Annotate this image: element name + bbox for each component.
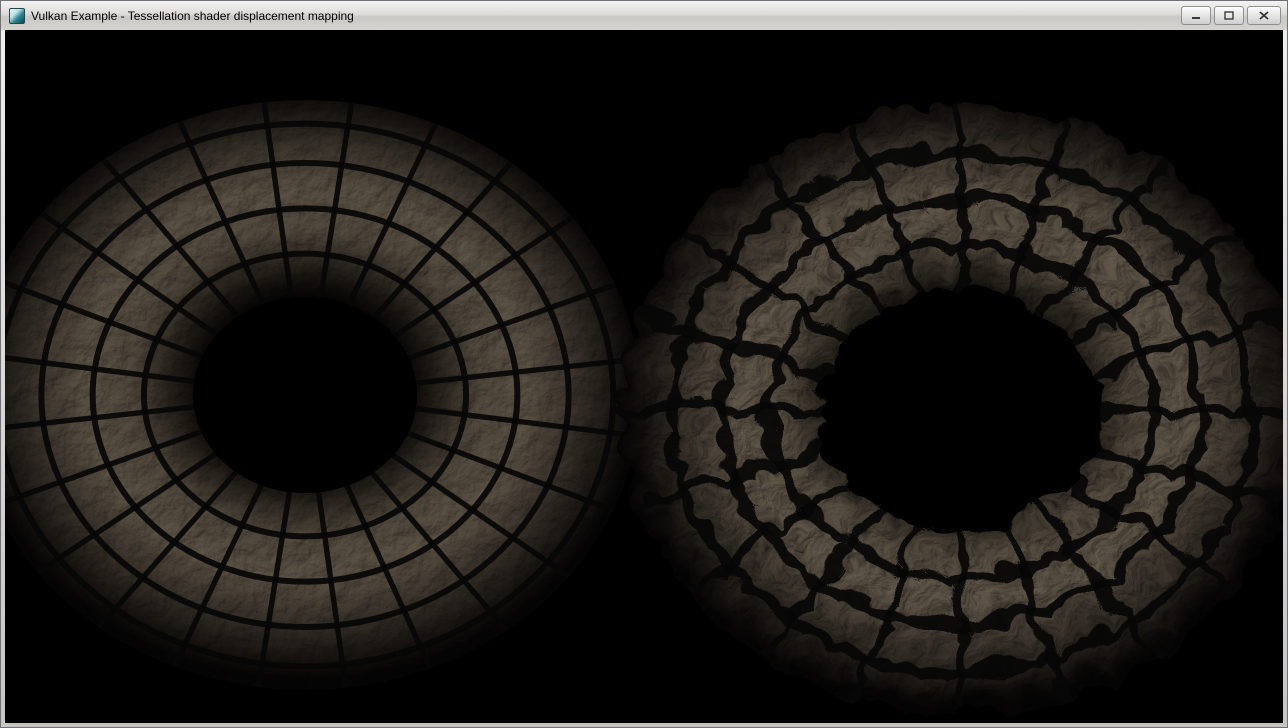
torus-no-displacement: [5, 96, 644, 693]
minimize-icon: [1191, 11, 1201, 20]
maximize-button[interactable]: [1214, 6, 1244, 25]
app-window: Vulkan Example - Tessellation shader dis…: [0, 0, 1288, 728]
window-controls: [1181, 6, 1281, 25]
render-viewport[interactable]: [5, 30, 1283, 723]
3d-scene: [5, 30, 1283, 723]
maximize-icon: [1224, 11, 1234, 20]
app-icon: [9, 8, 25, 24]
close-icon: [1259, 11, 1269, 20]
torus-displacement-mapped: [608, 94, 1283, 716]
minimize-button[interactable]: [1181, 6, 1211, 25]
titlebar[interactable]: Vulkan Example - Tessellation shader dis…: [1, 1, 1287, 30]
window-title: Vulkan Example - Tessellation shader dis…: [31, 9, 354, 23]
close-button[interactable]: [1247, 6, 1281, 25]
